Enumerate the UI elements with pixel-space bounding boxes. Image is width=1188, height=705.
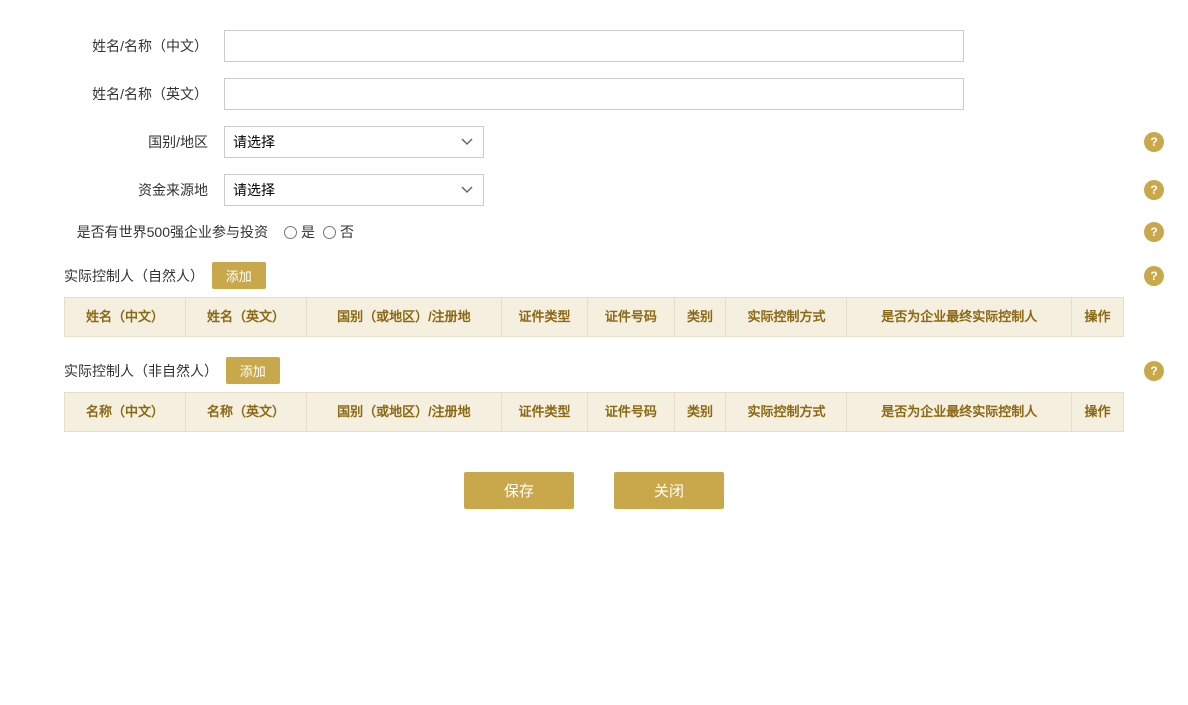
country-label: 国别/地区 bbox=[64, 132, 224, 152]
np-col-is-final-controller: 是否为企业最终实际控制人 bbox=[847, 298, 1072, 337]
country-row: 国别/地区 请选择 ? bbox=[64, 126, 1124, 158]
np-col-country: 国别（或地区）/注册地 bbox=[306, 298, 501, 337]
nnp-col-country: 国别（或地区）/注册地 bbox=[306, 393, 501, 432]
natural-person-table-header: 姓名（中文） 姓名（英文） 国别（或地区）/注册地 证件类型 证件号码 类别 实… bbox=[65, 298, 1124, 337]
nnp-col-control-method: 实际控制方式 bbox=[726, 393, 847, 432]
natural-person-table: 姓名（中文） 姓名（英文） 国别（或地区）/注册地 证件类型 证件号码 类别 实… bbox=[64, 297, 1124, 337]
natural-person-help-icon[interactable]: ? bbox=[1144, 266, 1164, 286]
non-natural-person-help-icon[interactable]: ? bbox=[1144, 361, 1164, 381]
np-col-cert-no: 证件号码 bbox=[588, 298, 674, 337]
name-en-input[interactable] bbox=[224, 78, 964, 110]
natural-person-add-button[interactable]: 添加 bbox=[212, 262, 266, 289]
non-natural-person-table-header: 名称（中文） 名称（英文） 国别（或地区）/注册地 证件类型 证件号码 类别 实… bbox=[65, 393, 1124, 432]
no-text: 否 bbox=[340, 222, 354, 242]
non-natural-person-title: 实际控制人（非自然人） bbox=[64, 361, 218, 381]
non-natural-person-wrapper: 实际控制人（非自然人） 添加 ? 名称（中文） 名称（英文） 国别（或地区）/注… bbox=[64, 357, 1124, 432]
fortune500-label: 是否有世界500强企业参与投资 bbox=[64, 222, 284, 242]
non-natural-person-table: 名称（中文） 名称（英文） 国别（或地区）/注册地 证件类型 证件号码 类别 实… bbox=[64, 392, 1124, 432]
nnp-col-name-cn: 名称（中文） bbox=[65, 393, 186, 432]
bottom-buttons: 保存 关闭 bbox=[64, 472, 1124, 529]
nnp-col-is-final-controller: 是否为企业最终实际控制人 bbox=[847, 393, 1072, 432]
np-col-operation: 操作 bbox=[1072, 298, 1124, 337]
close-button[interactable]: 关闭 bbox=[614, 472, 724, 509]
nnp-col-category: 类别 bbox=[674, 393, 726, 432]
natural-person-title: 实际控制人（自然人） bbox=[64, 266, 204, 286]
fortune500-yes-radio[interactable] bbox=[284, 226, 297, 239]
nnp-col-operation: 操作 bbox=[1072, 393, 1124, 432]
np-col-cert-type: 证件类型 bbox=[501, 298, 587, 337]
fortune500-radio-group: 是 否 bbox=[284, 222, 354, 242]
non-natural-person-header-row: 实际控制人（非自然人） 添加 ? bbox=[64, 357, 1124, 384]
nnp-col-cert-no: 证件号码 bbox=[588, 393, 674, 432]
fund-source-label: 资金来源地 bbox=[64, 180, 224, 200]
name-en-row: 姓名/名称（英文） bbox=[64, 78, 1124, 110]
fortune500-yes-label[interactable]: 是 bbox=[284, 222, 315, 242]
non-natural-person-add-button[interactable]: 添加 bbox=[226, 357, 280, 384]
np-col-name-cn: 姓名（中文） bbox=[65, 298, 186, 337]
country-select[interactable]: 请选择 bbox=[224, 126, 484, 158]
country-help-icon[interactable]: ? bbox=[1144, 132, 1164, 152]
yes-text: 是 bbox=[301, 222, 315, 242]
form-section: 姓名/名称（中文） 姓名/名称（英文） 国别/地区 请选择 ? 资金来源地 请选… bbox=[64, 30, 1124, 242]
name-cn-input[interactable] bbox=[224, 30, 964, 62]
nnp-col-cert-type: 证件类型 bbox=[501, 393, 587, 432]
np-col-category: 类别 bbox=[674, 298, 726, 337]
natural-person-wrapper: 实际控制人（自然人） 添加 ? 姓名（中文） 姓名（英文） 国别（或地区）/注册… bbox=[64, 262, 1124, 337]
save-button[interactable]: 保存 bbox=[464, 472, 574, 509]
natural-person-header-row: 实际控制人（自然人） 添加 ? bbox=[64, 262, 1124, 289]
fortune500-help-icon[interactable]: ? bbox=[1144, 222, 1164, 242]
nnp-col-name-en: 名称（英文） bbox=[185, 393, 306, 432]
np-col-control-method: 实际控制方式 bbox=[726, 298, 847, 337]
fortune500-no-radio[interactable] bbox=[323, 226, 336, 239]
page-container: 姓名/名称（中文） 姓名/名称（英文） 国别/地区 请选择 ? 资金来源地 请选… bbox=[64, 30, 1124, 529]
name-cn-row: 姓名/名称（中文） bbox=[64, 30, 1124, 62]
fund-source-help-icon[interactable]: ? bbox=[1144, 180, 1164, 200]
fortune500-no-label[interactable]: 否 bbox=[323, 222, 354, 242]
fortune500-row: 是否有世界500强企业参与投资 是 否 ? bbox=[64, 222, 1124, 242]
fund-source-select[interactable]: 请选择 bbox=[224, 174, 484, 206]
name-cn-label: 姓名/名称（中文） bbox=[64, 36, 224, 56]
name-en-label: 姓名/名称（英文） bbox=[64, 84, 224, 104]
fund-source-row: 资金来源地 请选择 ? bbox=[64, 174, 1124, 206]
np-col-name-en: 姓名（英文） bbox=[185, 298, 306, 337]
